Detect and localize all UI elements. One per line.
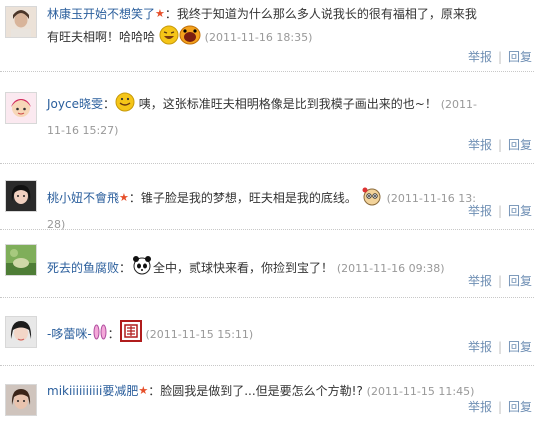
- username-link[interactable]: 林康玉开始不想笑了: [47, 7, 155, 21]
- report-link[interactable]: 举报: [468, 340, 492, 354]
- username-link[interactable]: -哆蕾咪-: [47, 327, 92, 341]
- surprised-emoticon-icon: [179, 25, 201, 52]
- comment-actions: 举报 | 回复: [468, 338, 532, 355]
- username-link[interactable]: mikiiiiiiiiii要减肥: [47, 384, 138, 398]
- reply-link[interactable]: 回复: [508, 400, 532, 414]
- comment-actions: 举报 | 回复: [468, 202, 532, 219]
- report-link[interactable]: 举报: [468, 50, 492, 64]
- comment-item: 林康玉开始不想笑了★：我终于知道为什么那么多人说我长的很有福相了，原来我有旺夫相…: [0, 0, 538, 72]
- timestamp: (2011-11-16 18:35): [204, 31, 313, 44]
- comment-body: Joyce晓雯： 咦，这张标准旺夫相明格像是比到我模子画出来的也~！ (2011…: [47, 92, 477, 142]
- reply-link[interactable]: 回复: [508, 204, 532, 218]
- comment-actions: 举报 | 回复: [468, 398, 532, 415]
- comment-body: -哆蕾咪- ： (2011-11-15 15:11): [47, 320, 477, 349]
- comment-actions: 举报 | 回复: [468, 272, 532, 289]
- username-link[interactable]: Joyce晓雯: [47, 97, 103, 111]
- comment-text: 咦，这张标准旺夫相明格像是比到我模子画出来的也~！: [134, 97, 437, 111]
- action-separator: |: [497, 274, 502, 288]
- star-icon: ★: [119, 191, 129, 204]
- comment-text: ：脸圆我是做到了...但是要怎么个方勒!?: [148, 384, 363, 398]
- reply-link[interactable]: 回复: [508, 340, 532, 354]
- username-link[interactable]: 桃小妞不會飛: [47, 191, 119, 205]
- avatar[interactable]: [5, 244, 37, 276]
- comment-item: mikiiiiiiiiii要减肥★：脸圆我是做到了...但是要怎么个方勒!? (…: [0, 366, 538, 433]
- comment-actions: 举报 | 回复: [468, 136, 532, 153]
- report-link[interactable]: 举报: [468, 400, 492, 414]
- reply-link[interactable]: 回复: [508, 274, 532, 288]
- avatar[interactable]: [5, 6, 37, 38]
- action-separator: |: [497, 400, 502, 414]
- comment-body: 林康玉开始不想笑了★：我终于知道为什么那么多人说我长的很有福相了，原来我有旺夫相…: [47, 3, 477, 52]
- stamp-icon: [119, 320, 142, 349]
- comment-item: 桃小妞不會飛★：锥子脸是我的梦想，旺夫相是我的底线。 (2011-11-16 1…: [0, 164, 538, 231]
- avatar[interactable]: [5, 384, 37, 416]
- comment-text: ：: [102, 97, 115, 111]
- reply-link[interactable]: 回复: [508, 138, 532, 152]
- comment-actions: 举报 | 回复: [468, 48, 532, 65]
- comment-item: 死去的鱼腐败： 全中，贰球快来看，你捡到宝了！ (2011-11-16 09:3…: [0, 230, 538, 298]
- comment-text: ：: [107, 327, 120, 341]
- comment-body: 死去的鱼腐败： 全中，贰球快来看，你捡到宝了！ (2011-11-16 09:3…: [47, 254, 477, 283]
- laugh-emoticon-icon: [159, 25, 179, 52]
- comment-item: Joyce晓雯： 咦，这张标准旺夫相明格像是比到我模子画出来的也~！ (2011…: [0, 72, 538, 164]
- comment-list: 林康玉开始不想笑了★：我终于知道为什么那么多人说我长的很有福相了，原来我有旺夫相…: [0, 0, 538, 433]
- bunny-ears-icon: [92, 324, 108, 349]
- comment-text: ：锥子脸是我的梦想，旺夫相是我的底线。: [128, 191, 357, 205]
- star-icon: ★: [155, 7, 165, 20]
- panda-emoticon-icon: [131, 254, 153, 283]
- avatar[interactable]: [5, 180, 37, 212]
- action-separator: |: [497, 204, 502, 218]
- emoticon-icon: [361, 186, 383, 213]
- report-link[interactable]: 举报: [468, 204, 492, 218]
- timestamp: (2011-11-15 11:45): [366, 385, 475, 398]
- timestamp: (2011-11-16 09:38): [336, 262, 445, 275]
- reply-link[interactable]: 回复: [508, 50, 532, 64]
- star-icon: ★: [138, 384, 149, 397]
- avatar[interactable]: [5, 92, 37, 124]
- username-link[interactable]: 死去的鱼腐败: [47, 261, 119, 275]
- action-separator: |: [497, 138, 502, 152]
- smile-emoticon-icon: [115, 92, 135, 119]
- action-separator: |: [497, 50, 502, 64]
- report-link[interactable]: 举报: [468, 274, 492, 288]
- report-link[interactable]: 举报: [468, 138, 492, 152]
- comment-text: 全中，贰球快来看，你捡到宝了！: [153, 261, 334, 275]
- comment-text: ：: [119, 261, 132, 275]
- timestamp: (2011-11-15 15:11): [145, 328, 254, 341]
- action-separator: |: [497, 340, 502, 354]
- comment-item: -哆蕾咪- ： (2011-11-15 15:11) 举报 | 回复: [0, 298, 538, 366]
- comment-body: mikiiiiiiiiii要减肥★：脸圆我是做到了...但是要怎么个方勒!? (…: [47, 380, 477, 403]
- avatar[interactable]: [5, 316, 37, 348]
